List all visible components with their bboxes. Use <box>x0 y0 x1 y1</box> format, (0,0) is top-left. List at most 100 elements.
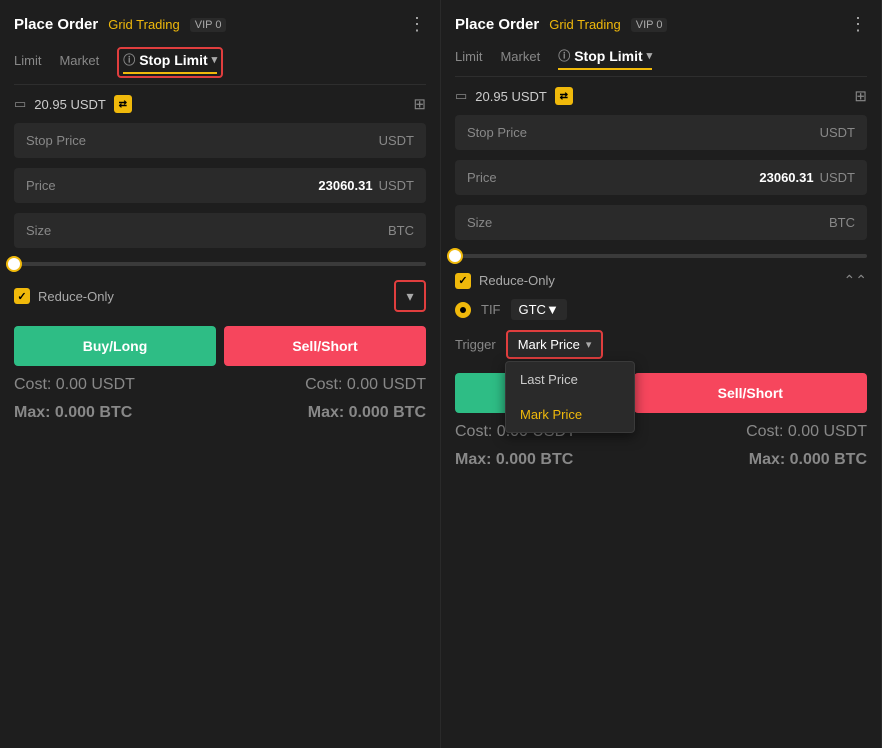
left-check-icon: ✓ <box>17 290 26 303</box>
right-trigger-dropdown-menu: Last Price Mark Price <box>505 361 635 433</box>
left-price-field[interactable]: Price 23060.31 USDT <box>14 168 426 203</box>
right-tif-row: TIF GTC▼ <box>455 299 867 320</box>
left-balance-row: ▭ 20.95 USDT ⇄ ⊞ <box>14 95 426 113</box>
right-stop-price-unit: USDT <box>820 125 855 140</box>
left-cost-right: Cost: 0.00 USDT <box>305 376 426 394</box>
left-action-buttons: Buy/Long Sell/Short <box>14 326 426 366</box>
left-max-left: Max: 0.000 BTC <box>14 404 132 422</box>
left-tab-row: Limit Market ⓘ Stop Limit ▾ <box>14 47 426 85</box>
left-sell-button[interactable]: Sell/Short <box>224 326 426 366</box>
left-size-unit: BTC <box>388 223 414 238</box>
left-size-right: BTC <box>382 223 414 238</box>
left-expand-button[interactable]: ▾ <box>394 280 426 312</box>
right-stop-price-field[interactable]: Stop Price USDT <box>455 115 867 150</box>
right-dropdown-item-mark-price[interactable]: Mark Price <box>506 397 634 432</box>
left-swap-button[interactable]: ⇄ <box>114 95 132 113</box>
right-trigger-row: Trigger Mark Price ▾ Last Price Mark Pri… <box>455 330 867 359</box>
left-card-icon: ▭ <box>14 96 26 112</box>
left-chevron-down-icon: ▾ <box>406 288 413 305</box>
right-price-field[interactable]: Price 23060.31 USDT <box>455 160 867 195</box>
right-size-unit: BTC <box>829 215 855 230</box>
left-price-value: 23060.31 <box>318 178 372 193</box>
right-balance-row: ▭ 20.95 USDT ⇄ ⊞ <box>455 87 867 105</box>
right-dropdown-item-last-price[interactable]: Last Price <box>506 362 634 397</box>
right-stop-price-label: Stop Price <box>467 125 527 140</box>
right-double-chevron-icon[interactable]: ⌃⌃ <box>844 272 867 289</box>
left-calculator-icon[interactable]: ⊞ <box>413 95 426 113</box>
left-stop-limit-highlight: ⓘ Stop Limit ▾ <box>117 47 223 78</box>
right-vip-badge: VIP 0 <box>631 18 668 32</box>
left-stop-price-right: USDT <box>373 133 414 148</box>
right-tab-stop-limit[interactable]: ⓘ Stop Limit ▾ <box>558 47 652 70</box>
right-card-icon: ▭ <box>455 88 467 104</box>
right-tif-value: GTC▼ <box>519 302 559 317</box>
right-check-icon: ✓ <box>458 274 467 287</box>
left-header: Place Order Grid Trading VIP 0 ⋮ <box>14 14 426 35</box>
right-header: Place Order Grid Trading VIP 0 ⋮ <box>455 14 867 35</box>
left-vip-badge: VIP 0 <box>190 18 227 32</box>
right-slider-track[interactable] <box>455 254 867 258</box>
right-tif-label: TIF <box>481 302 501 317</box>
left-reduce-only-row: ✓ Reduce-Only ▾ <box>14 280 426 312</box>
right-size-label: Size <box>467 215 492 230</box>
left-balance-amount: 20.95 USDT <box>34 97 106 112</box>
right-slider[interactable] <box>455 250 867 262</box>
right-max-row: Max: 0.000 BTC Max: 0.000 BTC <box>455 451 867 469</box>
right-price-right: 23060.31 USDT <box>759 170 855 185</box>
right-price-label: Price <box>467 170 497 185</box>
left-buy-button[interactable]: Buy/Long <box>14 326 216 366</box>
right-sell-button[interactable]: Sell/Short <box>634 373 867 413</box>
left-slider[interactable] <box>14 258 426 270</box>
right-calculator-icon[interactable]: ⊞ <box>854 87 867 105</box>
right-info-icon: ⓘ <box>558 47 570 64</box>
left-price-label: Price <box>26 178 56 193</box>
right-tif-radio[interactable] <box>455 302 471 318</box>
left-panel: Place Order Grid Trading VIP 0 ⋮ Limit M… <box>0 0 441 748</box>
right-dots-menu[interactable]: ⋮ <box>849 14 867 35</box>
right-panel: Place Order Grid Trading VIP 0 ⋮ Limit M… <box>441 0 882 748</box>
left-size-field[interactable]: Size BTC <box>14 213 426 248</box>
left-slider-track[interactable] <box>14 262 426 266</box>
right-tif-dropdown[interactable]: GTC▼ <box>511 299 567 320</box>
left-tab-market[interactable]: Market <box>59 53 99 72</box>
left-stop-price-label: Stop Price <box>26 133 86 148</box>
right-size-field[interactable]: Size BTC <box>455 205 867 240</box>
right-grid-trading[interactable]: Grid Trading <box>549 17 621 32</box>
right-trigger-dropdown-button[interactable]: Mark Price ▾ <box>506 330 604 359</box>
right-swap-button[interactable]: ⇄ <box>555 87 573 105</box>
left-dots-menu[interactable]: ⋮ <box>408 14 426 35</box>
left-stop-price-unit: USDT <box>379 133 414 148</box>
left-max-row: Max: 0.000 BTC Max: 0.000 BTC <box>14 404 426 422</box>
right-slider-thumb[interactable] <box>447 248 463 264</box>
left-chevron-icon: ▾ <box>212 53 218 66</box>
left-price-unit: USDT <box>379 178 414 193</box>
right-tab-row: Limit Market ⓘ Stop Limit ▾ <box>455 47 867 77</box>
right-reduce-only-row: ✓ Reduce-Only ⌃⌃ <box>455 272 867 289</box>
left-cost-left: Cost: 0.00 USDT <box>14 376 135 394</box>
left-stop-limit-label: Stop Limit <box>139 52 207 68</box>
right-reduce-only-checkbox[interactable]: ✓ <box>455 273 471 289</box>
left-info-icon: ⓘ <box>123 51 135 68</box>
right-reduce-only-label: Reduce-Only <box>479 273 555 288</box>
right-price-value: 23060.31 <box>759 170 813 185</box>
right-max-right: Max: 0.000 BTC <box>749 451 867 469</box>
left-reduce-only-label: Reduce-Only <box>38 289 114 304</box>
right-radio-inner <box>460 307 466 313</box>
left-price-right: 23060.31 USDT <box>318 178 414 193</box>
right-tab-limit[interactable]: Limit <box>455 49 482 68</box>
right-title: Place Order <box>455 16 539 33</box>
left-slider-thumb[interactable] <box>6 256 22 272</box>
left-stop-price-field[interactable]: Stop Price USDT <box>14 123 426 158</box>
right-chevron-icon: ▾ <box>647 49 653 62</box>
left-size-label: Size <box>26 223 51 238</box>
right-trigger-value: Mark Price <box>518 337 580 352</box>
right-max-left: Max: 0.000 BTC <box>455 451 573 469</box>
left-grid-trading[interactable]: Grid Trading <box>108 17 180 32</box>
right-size-right: BTC <box>823 215 855 230</box>
left-tab-limit[interactable]: Limit <box>14 53 41 72</box>
right-trigger-label: Trigger <box>455 337 496 352</box>
right-tab-market[interactable]: Market <box>500 49 540 68</box>
right-balance-amount: 20.95 USDT <box>475 89 547 104</box>
left-reduce-only-checkbox[interactable]: ✓ <box>14 288 30 304</box>
left-tab-stop-limit[interactable]: ⓘ Stop Limit ▾ <box>123 51 217 74</box>
